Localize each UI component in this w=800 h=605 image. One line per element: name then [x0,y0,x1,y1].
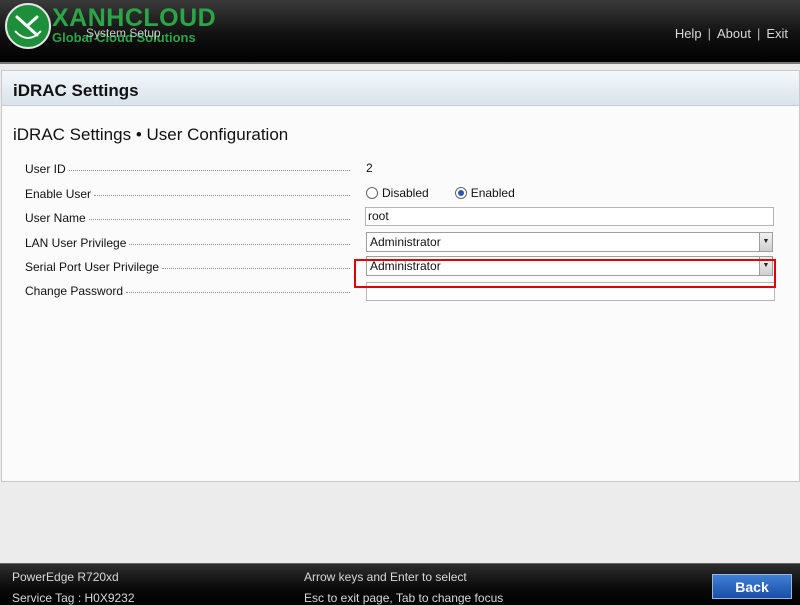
leader-dots [94,195,350,196]
leader-dots [162,268,350,269]
lan-privilege-value: Administrator [370,235,441,249]
keyboard-hint: Arrow keys and Enter to select [304,570,467,584]
leader-dots [88,219,350,220]
user-id-value: 2 [366,161,373,175]
radio-enabled-label: Enabled [470,186,515,200]
help-link[interactable]: Help [675,26,702,41]
leader-dots [126,292,350,293]
app-title: System Setup [86,26,161,40]
exit-link[interactable]: Exit [766,26,788,41]
radio-button-checked-icon[interactable] [454,187,467,199]
highlight-box [354,259,776,288]
page-subtitle: iDRAC Settings • User Configuration [13,125,289,144]
lan-privilege-label: LAN User Privilege [25,236,127,250]
change-password-label: Change Password [25,284,124,298]
serial-privilege-label: Serial Port User Privilege [25,260,160,274]
separator: | [707,26,711,41]
user-id-label: User ID [25,162,66,176]
top-bar: XANHCLOUD Global Cloud Solutions System … [0,0,800,64]
radio-button-icon[interactable] [366,187,378,199]
leader-dots [129,244,350,245]
user-name-input[interactable]: root [365,207,774,226]
service-tag: Service Tag : H0X9232 [12,591,135,605]
separator: | [756,26,761,41]
logo-icon [5,3,51,49]
footer-bar: PowerEdge R720xd Service Tag : H0X9232 A… [0,563,800,605]
radio-enabled[interactable]: Enabled [454,186,515,200]
keyboard-hint-2: Esc to exit page, Tab to change focus [304,591,504,605]
user-id-row: User ID 2 [2,159,799,183]
enable-user-label: Enable User [25,187,92,201]
radio-disabled[interactable]: Disabled [366,186,429,200]
dropdown-arrow-icon[interactable]: ▼ [759,233,772,251]
leader-dots [68,170,350,171]
radio-disabled-label: Disabled [382,186,429,200]
model-name: PowerEdge R720xd [12,570,119,584]
lan-privilege-row: LAN User Privilege Administrator ▼ [2,232,799,257]
top-links: Help | About | Exit [675,26,788,41]
settings-panel: iDRAC Settings iDRAC Settings • User Con… [1,70,800,482]
user-name-label: User Name [25,211,86,225]
about-link[interactable]: About [717,26,751,41]
lan-privilege-select[interactable]: Administrator ▼ [366,232,773,252]
page-title: iDRAC Settings [13,81,139,100]
enable-user-radio-group: Disabled Enabled [366,186,541,200]
back-button[interactable]: Back [712,574,792,599]
panel-header: iDRAC Settings [2,71,799,106]
enable-user-row: Enable User Disabled Enabled [2,184,799,208]
user-name-row: User Name root [2,207,799,232]
